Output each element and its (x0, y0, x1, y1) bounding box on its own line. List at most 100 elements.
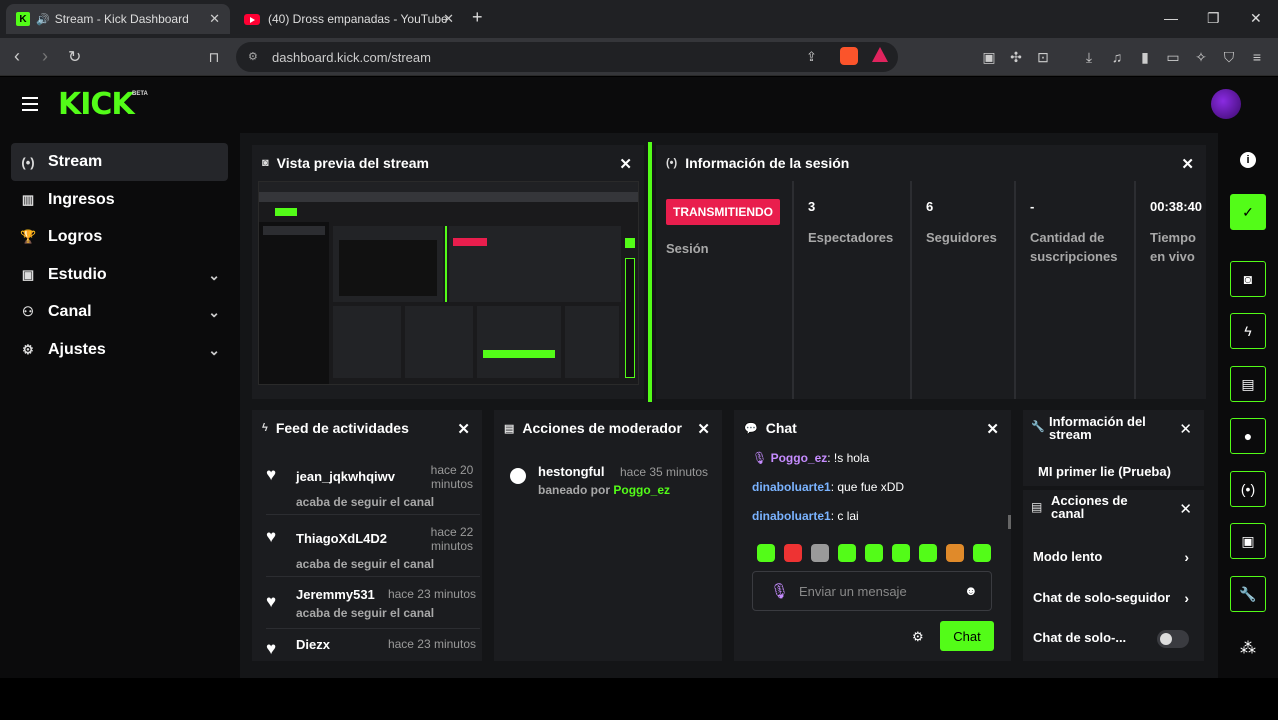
divider (266, 628, 480, 629)
chevron-right-icon[interactable]: › (1184, 590, 1189, 606)
share-icon[interactable]: ⇪ (806, 49, 817, 65)
resize-divider[interactable] (648, 142, 652, 402)
sidebar-item-logros[interactable]: 🏆 Logros (11, 218, 228, 256)
kick-logo[interactable]: KICK (58, 87, 135, 122)
chat-text: : !s hola (827, 451, 870, 465)
info-icon[interactable]: i (1240, 152, 1256, 168)
sidebar-item-label: Estudio (48, 266, 107, 283)
reload-icon[interactable]: ↻ (68, 47, 81, 67)
stream-info-panel: 🔧 Información del stream ✕ MI primer lie… (1023, 410, 1204, 486)
bookmark-icon[interactable]: ⊓ (205, 48, 223, 66)
address-bar[interactable]: ⚙ dashboard.kick.com/stream ⇪ (236, 42, 898, 72)
emote-icon[interactable] (919, 544, 937, 562)
extensions-icon[interactable]: ✣ (1007, 48, 1025, 66)
cast-icon[interactable]: ▣ (980, 48, 998, 66)
activity-feed-toggle-button[interactable]: ϟ (1230, 313, 1266, 349)
close-icon[interactable]: ✕ (1179, 500, 1192, 518)
emote-icon[interactable] (865, 544, 883, 562)
chart-icon: ▥ (21, 192, 35, 207)
feed-action: acaba de seguir el canal (296, 557, 435, 571)
stat-followers: 6 Seguidores (910, 181, 1014, 399)
close-icon[interactable]: ✕ (1179, 420, 1192, 438)
chevron-down-icon[interactable]: ⌄ (208, 267, 220, 284)
minimize-icon[interactable]: — (1164, 10, 1178, 26)
follower-name: jean_jqkwhqiwv (296, 469, 395, 484)
chat-username[interactable]: dinaboluarte1 (752, 480, 831, 494)
session-info-toggle-button[interactable]: (•) (1230, 471, 1266, 507)
slow-mode-row[interactable]: Modo lento › (1033, 549, 1189, 567)
emote-icon[interactable] (838, 544, 856, 562)
site-info-icon[interactable]: ⚙ (248, 50, 258, 63)
close-icon[interactable]: ✕ (986, 420, 999, 438)
chat-panel: 💬 Chat ✕ 🎙 Poggo_ez: !s hola dinaboluart… (734, 410, 1011, 661)
chat-toggle-button[interactable]: ● (1230, 418, 1266, 454)
brave-rewards-icon[interactable] (872, 47, 888, 62)
leo-ai-icon[interactable]: ✧ (1192, 48, 1210, 66)
sidebar-item-estudio[interactable]: ▣ Estudio ⌄ (11, 256, 228, 294)
chat-username[interactable]: dinaboluarte1 (752, 509, 831, 523)
emote-icon[interactable] (757, 544, 775, 562)
chat-settings-icon[interactable]: ⚙ (912, 629, 924, 645)
tab-youtube[interactable]: (40) Dross empanadas - YouTube ✕ (234, 4, 464, 34)
chat-username[interactable]: Poggo_ez (771, 451, 828, 465)
sidebar-item-ajustes[interactable]: ⚙ Ajustes ⌄ (11, 331, 228, 369)
chevron-down-icon[interactable]: ⌄ (208, 342, 220, 359)
browser-tab-bar: K 🔊 Stream - Kick Dashboard ✕ (40) Dross… (0, 0, 1278, 38)
forward-icon[interactable]: › (42, 46, 48, 67)
chevron-right-icon[interactable]: › (1184, 549, 1189, 565)
emote-icon[interactable] (892, 544, 910, 562)
beta-badge: BETA (132, 91, 148, 97)
chat-text: : c lai (830, 509, 859, 523)
mic-icon: 🎙 (752, 451, 768, 465)
emote-icon[interactable] (946, 544, 964, 562)
more-widgets-icon[interactable]: ⁂ (1240, 638, 1256, 658)
close-icon[interactable]: ✕ (619, 155, 632, 173)
sub-only-toggle[interactable] (1157, 630, 1189, 648)
menu-icon[interactable]: ≡ (1248, 48, 1266, 66)
close-icon[interactable]: ✕ (697, 420, 710, 438)
follower-only-chat-row[interactable]: Chat de solo-seguidor › (1033, 590, 1189, 608)
dashboard-main: ◙ Vista previa del stream ✕ (•) Informac… (240, 133, 1218, 678)
stream-title-value: MI primer lie (Prueba) (1038, 464, 1171, 479)
brave-shields-icon[interactable] (840, 47, 858, 65)
maximize-icon[interactable]: ❐ (1207, 10, 1220, 27)
sidebar-item-canal[interactable]: ⚇ Canal ⌄ (11, 293, 228, 331)
back-icon[interactable]: ‹ (14, 46, 20, 67)
close-icon[interactable]: ✕ (457, 420, 470, 438)
sidebar-item-ingresos[interactable]: ▥ Ingresos (11, 181, 228, 219)
moderator-actions-toggle-button[interactable]: ▤ (1230, 366, 1266, 402)
right-toolbar: i ✓ ◙ ϟ ▤ ● (•) ▣ 🔧 ⁂ (1218, 133, 1278, 678)
download-icon[interactable]: ⤓ (1080, 48, 1098, 66)
close-tab-icon[interactable]: ✕ (443, 11, 454, 27)
close-tab-icon[interactable]: ✕ (209, 11, 220, 27)
preview-toggle-button[interactable]: ◙ (1230, 261, 1266, 297)
emote-icon[interactable] (784, 544, 802, 562)
sidebar-toggle-icon[interactable]: ▮ (1136, 48, 1154, 66)
stream-preview-video[interactable] (258, 181, 639, 385)
emote-icon[interactable] (811, 544, 829, 562)
new-tab-icon[interactable]: + (472, 7, 483, 28)
tab-kick-dashboard[interactable]: K 🔊 Stream - Kick Dashboard ✕ (6, 4, 230, 34)
status-check-button[interactable]: ✓ (1230, 194, 1266, 230)
screenshot-icon[interactable]: ⊡ (1034, 48, 1052, 66)
chevron-down-icon[interactable]: ⌄ (208, 304, 220, 321)
chat-scrollbar[interactable] (1008, 515, 1011, 529)
chat-send-button[interactable]: Chat (940, 621, 994, 651)
emoji-picker-icon[interactable]: ☻ (964, 583, 978, 598)
music-icon[interactable]: ♫ (1108, 48, 1126, 66)
close-window-icon[interactable]: ✕ (1250, 10, 1262, 27)
stat-subscriptions: - Cantidad de suscripciones (1014, 181, 1134, 399)
trophy-icon: 🏆 (20, 229, 37, 244)
wallet-icon[interactable]: ▭ (1164, 48, 1182, 66)
hamburger-menu-icon[interactable] (22, 97, 38, 111)
stream-info-toggle-button[interactable]: 🔧 (1230, 576, 1266, 612)
user-avatar[interactable] (1211, 89, 1241, 119)
row-label: Modo lento (1033, 549, 1103, 564)
close-icon[interactable]: ✕ (1181, 155, 1194, 173)
moderator-name[interactable]: Poggo_ez (613, 483, 670, 497)
vpn-icon[interactable]: ⛉ (1220, 48, 1238, 66)
sidebar-item-stream[interactable]: (•) Stream (11, 143, 228, 181)
channel-actions-toggle-button[interactable]: ▣ (1230, 523, 1266, 559)
emote-icon[interactable] (973, 544, 991, 562)
chat-text: : que fue xDD (830, 480, 905, 494)
